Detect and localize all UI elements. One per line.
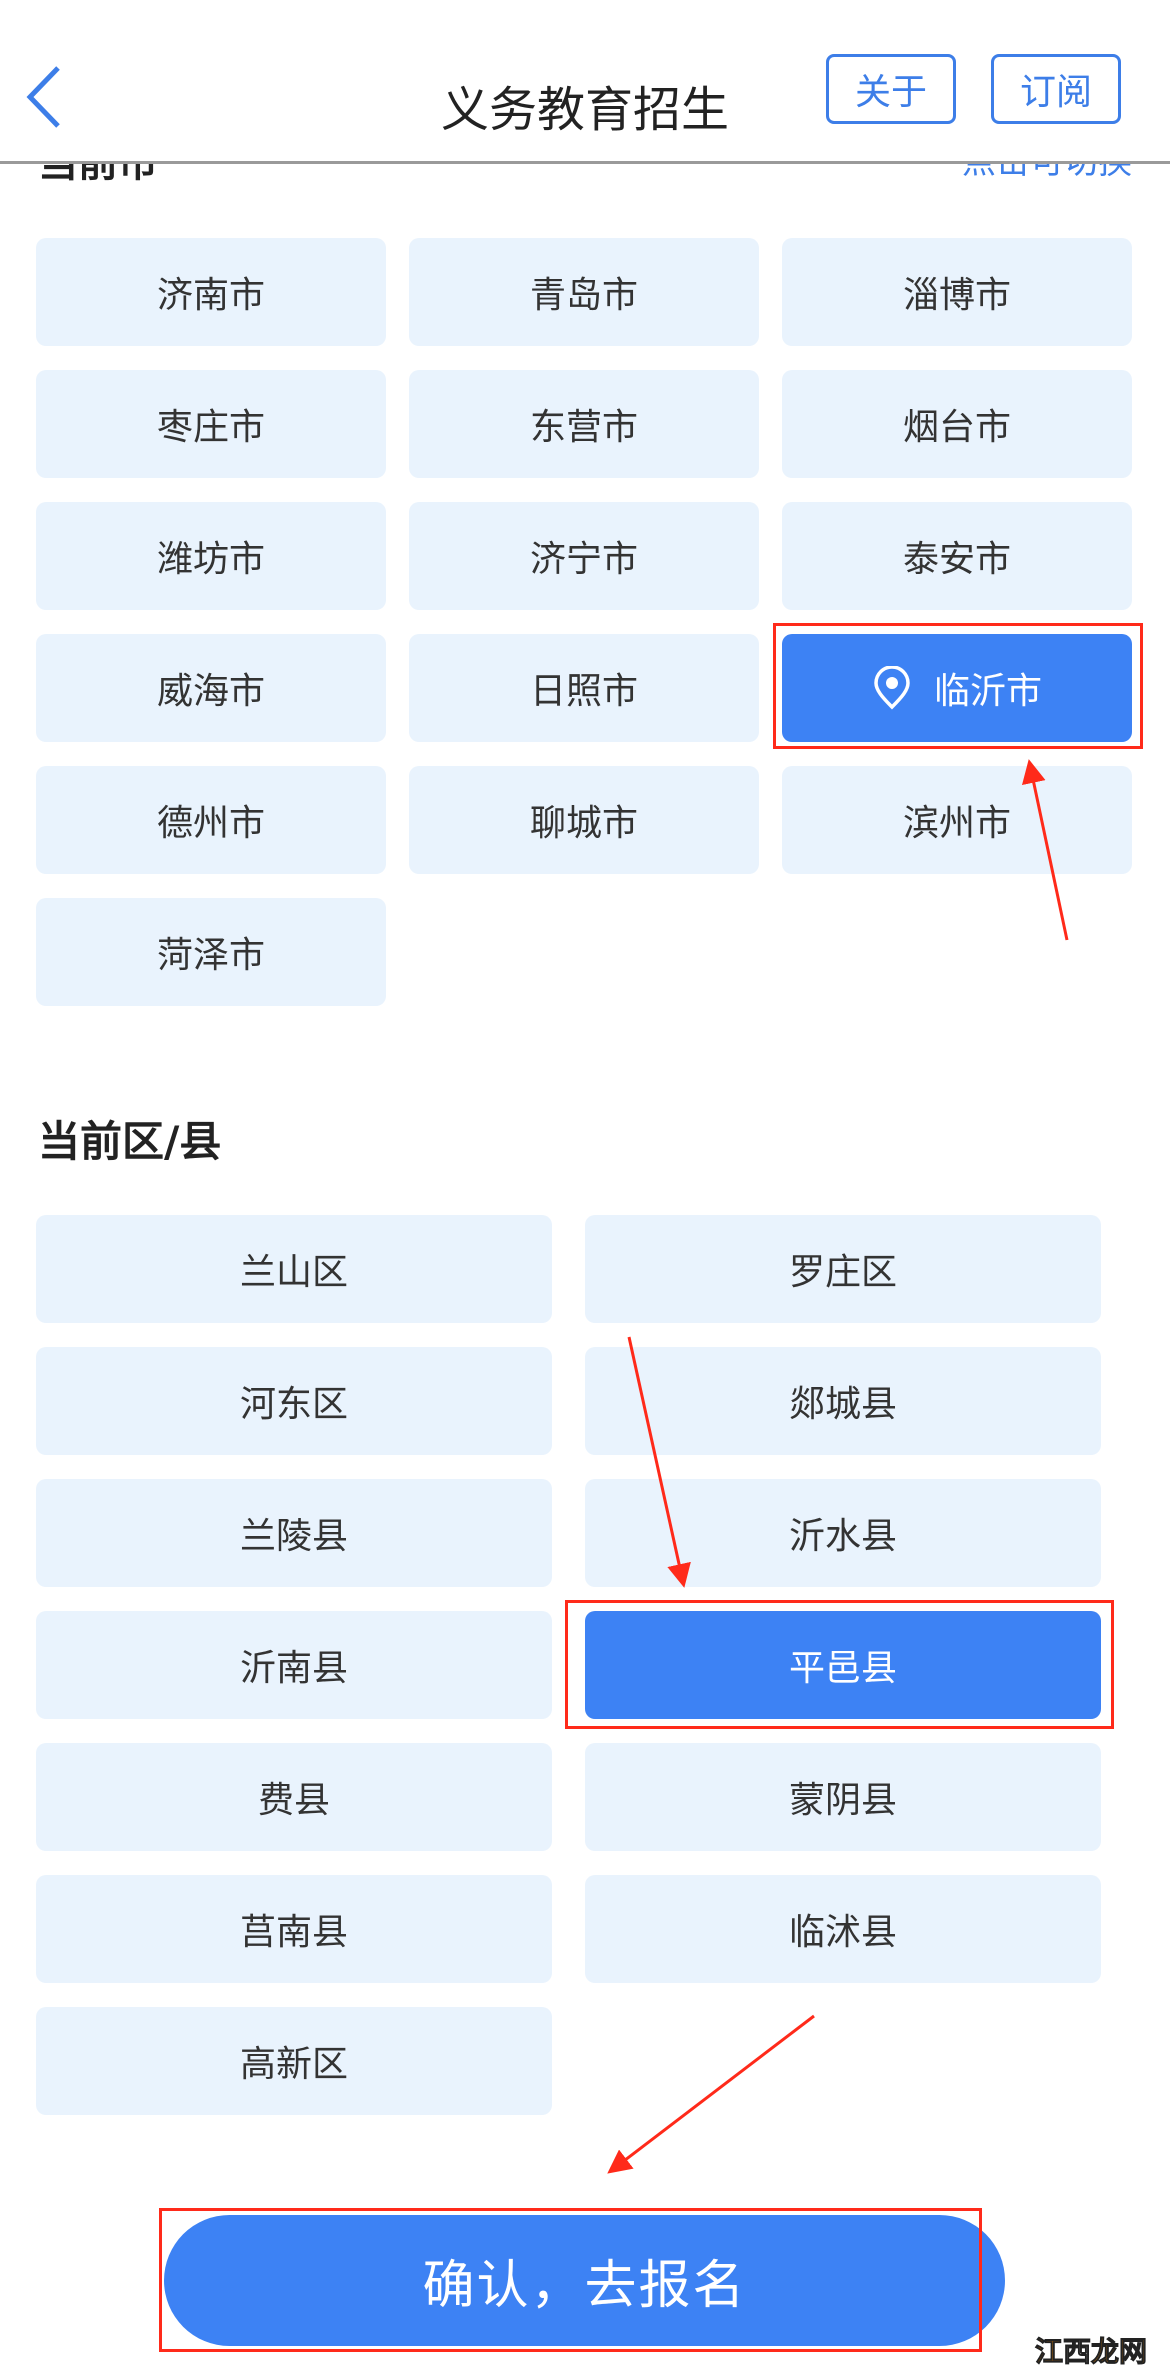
district-option[interactable]: 沂水县	[585, 1479, 1101, 1587]
city-option[interactable]: 日照市	[409, 634, 759, 742]
district-grid: 兰山区 罗庄区河东区 郯城县兰陵县 沂水县沂南县 平邑县费县 蒙阴县莒南县 临沭县高新区	[36, 1215, 1101, 2115]
city-option-label: 烟台市	[902, 407, 1011, 448]
subscribe-button[interactable]: 订阅	[991, 54, 1121, 124]
city-option[interactable]: 枣庄市	[36, 370, 386, 478]
district-option[interactable]: 沂南县	[36, 1611, 552, 1719]
city-option[interactable]: 济宁市	[409, 502, 759, 610]
district-option-label: 罗庄区	[788, 1252, 897, 1293]
city-option-label: 东营市	[529, 407, 638, 448]
city-option[interactable]: 青岛市	[409, 238, 759, 346]
city-option-label: 滨州市	[902, 803, 1011, 844]
city-option-label: 德州市	[156, 803, 265, 844]
city-option-label: 淄博市	[902, 275, 1011, 316]
city-grid: 济南市 青岛市 淄博市枣庄市 东营市 烟台市潍坊市 济宁市 泰安市威海市 日照市 临沂市德州市 聊…	[36, 238, 1133, 1006]
district-section-heading: 当前区/县	[38, 1117, 222, 1166]
city-option[interactable]: 泰安市	[782, 502, 1132, 610]
district-option-label: 兰山区	[239, 1252, 348, 1293]
district-option-label: 蒙阴县	[788, 1780, 897, 1821]
district-option-label: 沂南县	[239, 1648, 348, 1689]
city-option-label: 威海市	[156, 671, 265, 712]
city-option[interactable]: 济南市	[36, 238, 386, 346]
city-option-label: 菏泽市	[156, 935, 265, 976]
district-option-label: 莒南县	[239, 1912, 348, 1953]
district-option[interactable]: 费县	[36, 1743, 552, 1851]
district-option[interactable]: 高新区	[36, 2007, 552, 2115]
city-option[interactable]: 东营市	[409, 370, 759, 478]
city-option-label: 枣庄市	[156, 407, 265, 448]
district-option-label: 平邑县	[788, 1648, 897, 1689]
city-option[interactable]: 聊城市	[409, 766, 759, 874]
city-option[interactable]: 潍坊市	[36, 502, 386, 610]
district-option-label: 沂水县	[788, 1516, 897, 1557]
city-option[interactable]: 菏泽市	[36, 898, 386, 1006]
location-pin-icon	[874, 666, 910, 710]
district-option-label: 河东区	[239, 1384, 348, 1425]
about-button[interactable]: 关于	[826, 54, 956, 124]
city-option[interactable]: 威海市	[36, 634, 386, 742]
district-option[interactable]: 平邑县	[585, 1611, 1101, 1719]
nav-header: 义务教育招生 关于 订阅	[0, 0, 1170, 164]
city-option-label: 济南市	[156, 275, 265, 316]
city-option[interactable]: 烟台市	[782, 370, 1132, 478]
city-option-label: 临沂市	[933, 671, 1042, 712]
district-option-label: 高新区	[239, 2044, 348, 2085]
district-option-label: 兰陵县	[239, 1516, 348, 1557]
district-option[interactable]: 兰陵县	[36, 1479, 552, 1587]
district-option-label: 费县	[257, 1780, 330, 1821]
district-option[interactable]: 兰山区	[36, 1215, 552, 1323]
city-option-label: 潍坊市	[156, 539, 265, 580]
city-option-label: 济宁市	[529, 539, 638, 580]
city-option-label: 青岛市	[529, 275, 638, 316]
watermark-logo: 江西龙网	[1034, 2335, 1148, 2369]
city-option-label: 泰安市	[902, 539, 1011, 580]
district-option-label: 郯城县	[788, 1384, 897, 1425]
city-option[interactable]: 德州市	[36, 766, 386, 874]
city-option-label: 日照市	[529, 671, 638, 712]
district-option[interactable]: 河东区	[36, 1347, 552, 1455]
district-option-label: 临沭县	[788, 1912, 897, 1953]
district-option[interactable]: 临沭县	[585, 1875, 1101, 1983]
district-option[interactable]: 莒南县	[36, 1875, 552, 1983]
city-option[interactable]: 临沂市	[782, 634, 1132, 742]
confirm-register-button[interactable]: 确认，去报名	[164, 2215, 1005, 2346]
city-option[interactable]: 淄博市	[782, 238, 1132, 346]
city-option[interactable]: 滨州市	[782, 766, 1132, 874]
district-option[interactable]: 郯城县	[585, 1347, 1101, 1455]
district-option[interactable]: 蒙阴县	[585, 1743, 1101, 1851]
city-option-label: 聊城市	[529, 803, 638, 844]
district-option[interactable]: 罗庄区	[585, 1215, 1101, 1323]
